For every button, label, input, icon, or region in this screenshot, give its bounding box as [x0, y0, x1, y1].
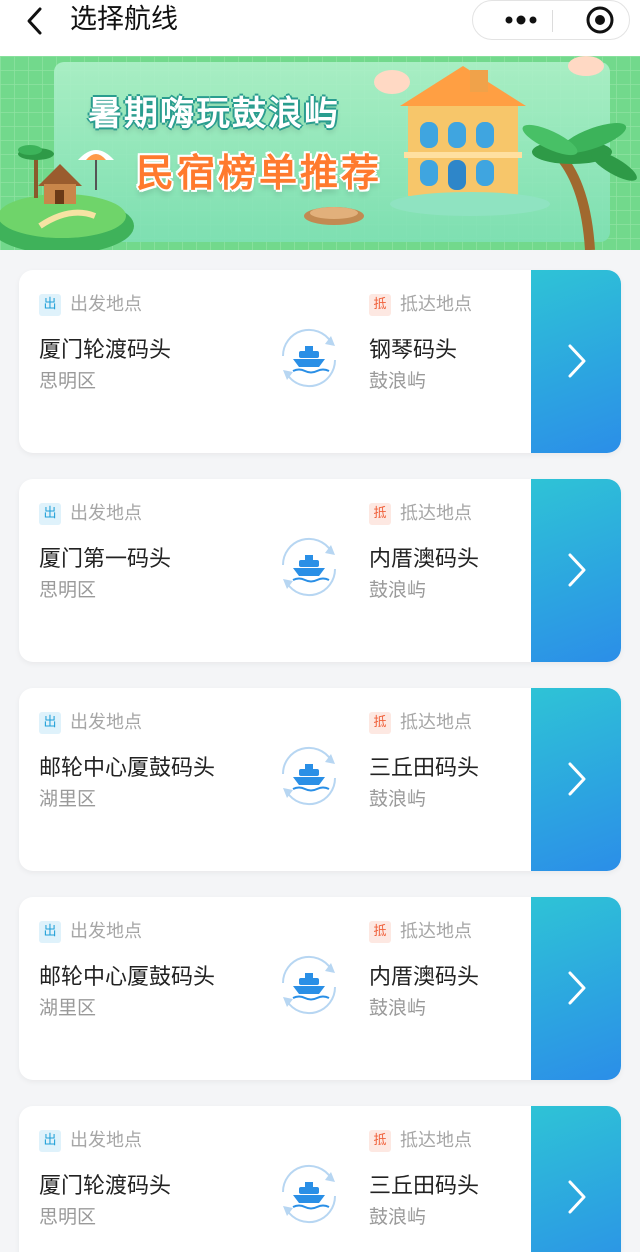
- departure-caption: 出发地点: [70, 294, 142, 315]
- departure-station: 邮轮中心厦鼓码头: [39, 756, 216, 781]
- departure-station: 邮轮中心厦鼓码头: [39, 965, 216, 990]
- departure-caption: 出发地点: [70, 503, 142, 524]
- departure-district: 湖里区: [39, 788, 97, 810]
- back-button[interactable]: [20, 6, 50, 36]
- departure-caption: 出发地点: [70, 921, 142, 942]
- select-route-button[interactable]: [531, 270, 621, 453]
- more-button[interactable]: [483, 1, 543, 39]
- arrival-tag: 抵: [369, 503, 391, 525]
- departure-district: 思明区: [39, 579, 97, 601]
- chevron-right-icon: [568, 1180, 586, 1214]
- route-card[interactable]: 出 出发地点 厦门轮渡码头 思明区 抵 抵达地点 三丘田码头 鼓浪屿: [19, 1106, 621, 1252]
- departure-tag: 出: [39, 503, 61, 525]
- arrival-district: 鼓浪屿: [369, 370, 427, 392]
- banner-headline: 暑期嗨玩鼓浪屿: [88, 94, 340, 134]
- departure-caption: 出发地点: [70, 1130, 142, 1151]
- departure-station: 厦门轮渡码头: [39, 338, 172, 363]
- select-route-button[interactable]: [531, 688, 621, 871]
- close-button[interactable]: [563, 1, 623, 39]
- route-card[interactable]: 出 出发地点 厦门第一码头 思明区 抵 抵达地点 内厝澳码头 鼓浪屿: [19, 479, 621, 662]
- page-title: 选择航线: [70, 4, 178, 35]
- ferry-exchange-icon: [281, 537, 337, 597]
- select-route-button[interactable]: [531, 897, 621, 1080]
- arrival-station: 内厝澳码头: [369, 547, 480, 572]
- arrival-station: 内厝澳码头: [369, 965, 480, 990]
- route-card[interactable]: 出 出发地点 厦门轮渡码头 思明区 抵 抵达地点 钢琴码头 鼓浪屿: [19, 270, 621, 453]
- arrival-caption: 抵达地点: [400, 503, 472, 524]
- arrival-caption: 抵达地点: [400, 712, 472, 733]
- departure-district: 湖里区: [39, 997, 97, 1019]
- chevron-right-icon: [568, 971, 586, 1005]
- departure-tag: 出: [39, 1130, 61, 1152]
- departure-station: 厦门轮渡码头: [39, 1174, 172, 1199]
- target-circle-icon: [586, 6, 614, 34]
- chevron-right-icon: [568, 762, 586, 796]
- banner-text: 暑期嗨玩鼓浪屿 民宿榜单推荐: [0, 56, 640, 250]
- arrival-tag: 抵: [369, 921, 391, 943]
- departure-tag: 出: [39, 712, 61, 734]
- arrival-caption: 抵达地点: [400, 1130, 472, 1151]
- select-route-button[interactable]: [531, 479, 621, 662]
- arrival-tag: 抵: [369, 1130, 391, 1152]
- arrival-station: 三丘田码头: [369, 756, 480, 781]
- route-card[interactable]: 出 出发地点 邮轮中心厦鼓码头 湖里区 抵 抵达地点 三丘田码头 鼓浪屿: [19, 688, 621, 871]
- departure-station: 厦门第一码头: [39, 547, 172, 572]
- departure-district: 思明区: [39, 370, 97, 392]
- ferry-exchange-icon: [281, 955, 337, 1015]
- departure-district: 思明区: [39, 1206, 97, 1228]
- arrival-district: 鼓浪屿: [369, 788, 427, 810]
- ferry-exchange-icon: [281, 746, 337, 806]
- capsule-divider: [552, 10, 553, 32]
- mini-program-capsule: [472, 0, 630, 40]
- departure-tag: 出: [39, 294, 61, 316]
- arrival-caption: 抵达地点: [400, 294, 472, 315]
- arrival-tag: 抵: [369, 294, 391, 316]
- departure-caption: 出发地点: [70, 712, 142, 733]
- select-route-button[interactable]: [531, 1106, 621, 1252]
- arrival-station: 三丘田码头: [369, 1174, 480, 1199]
- more-dots-icon: [505, 15, 537, 25]
- arrival-district: 鼓浪屿: [369, 1206, 427, 1228]
- arrival-district: 鼓浪屿: [369, 579, 427, 601]
- chevron-right-icon: [568, 344, 586, 378]
- chevron-left-icon: [27, 7, 42, 35]
- ferry-exchange-icon: [281, 1164, 337, 1224]
- arrival-station: 钢琴码头: [369, 338, 458, 363]
- banner-subheadline: 民宿榜单推荐: [136, 151, 383, 195]
- departure-tag: 出: [39, 921, 61, 943]
- ferry-exchange-icon: [281, 328, 337, 388]
- route-card[interactable]: 出 出发地点 邮轮中心厦鼓码头 湖里区 抵 抵达地点 内厝澳码头 鼓浪屿: [19, 897, 621, 1080]
- arrival-caption: 抵达地点: [400, 921, 472, 942]
- arrival-tag: 抵: [369, 712, 391, 734]
- arrival-district: 鼓浪屿: [369, 997, 427, 1019]
- nav-bar: 选择航线: [0, 0, 640, 56]
- chevron-right-icon: [568, 553, 586, 587]
- promo-banner[interactable]: 暑期嗨玩鼓浪屿 民宿榜单推荐: [0, 56, 640, 250]
